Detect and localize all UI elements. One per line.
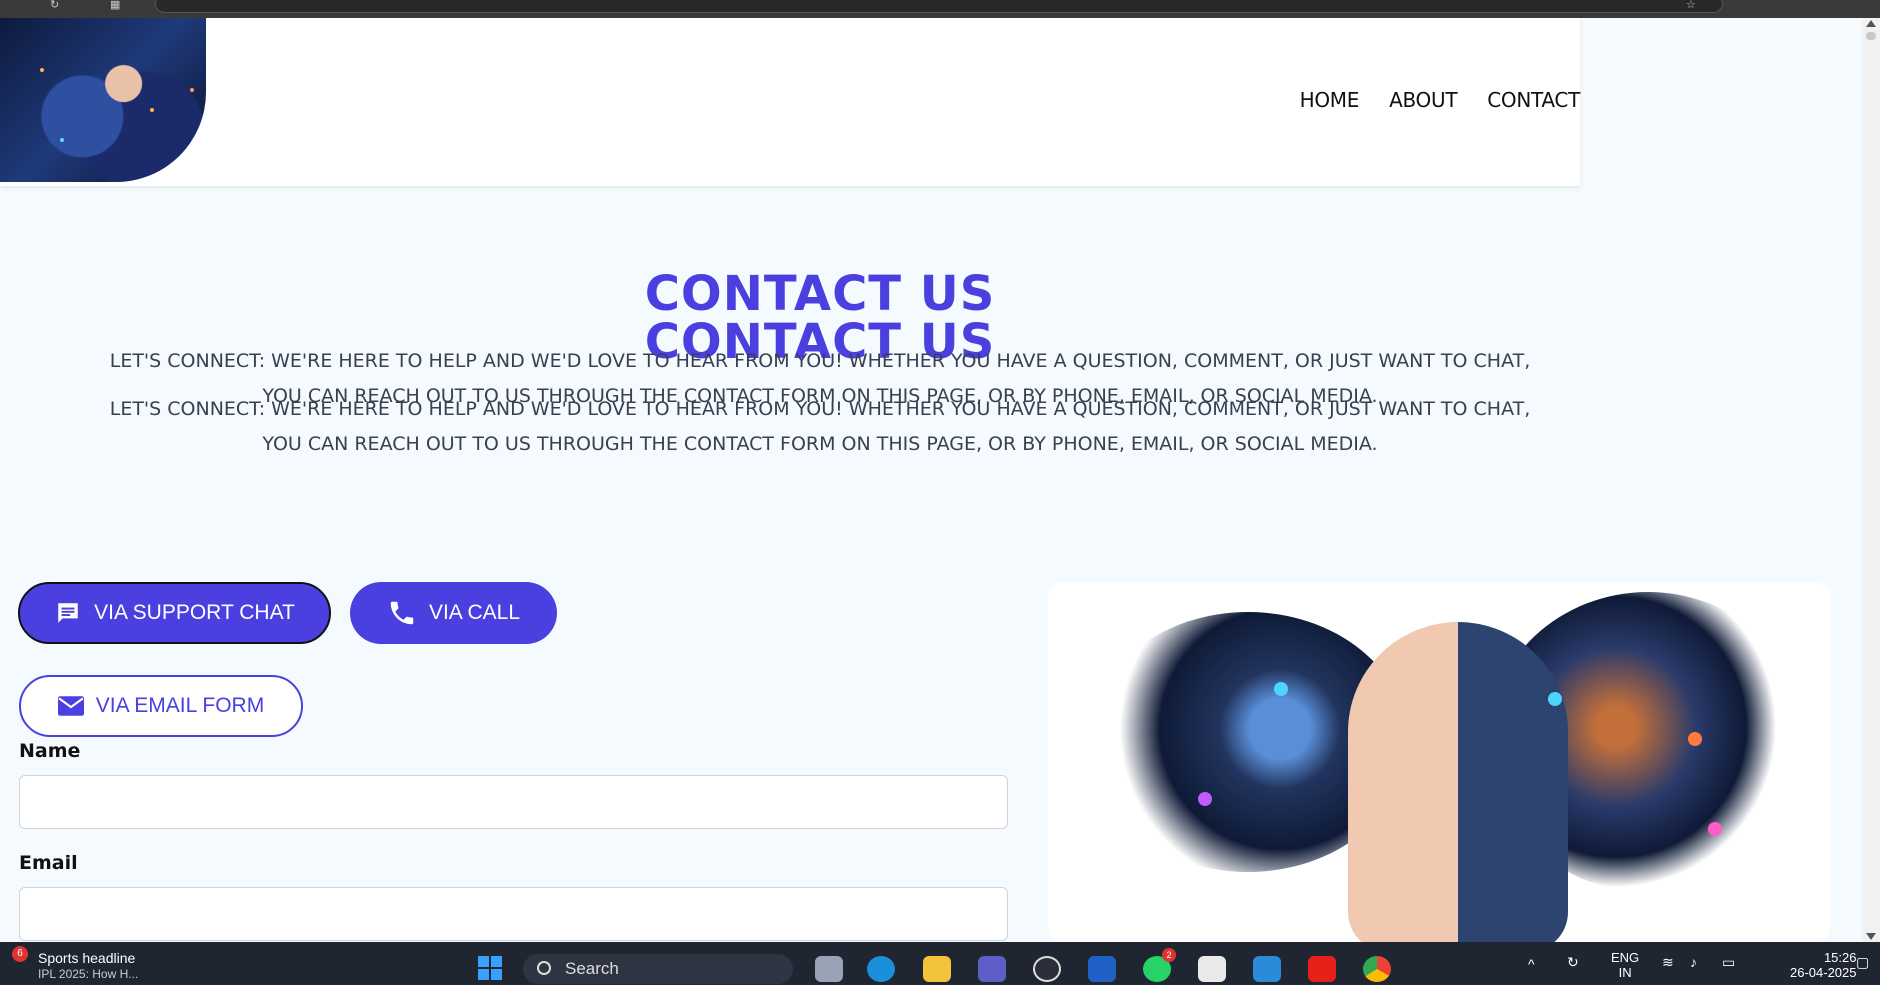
email-form-label: VIA EMAIL FORM: [95, 694, 265, 717]
taskbar-search[interactable]: Search: [523, 954, 793, 984]
language-region: IN: [1618, 965, 1632, 980]
language-label: ENG: [1611, 950, 1640, 965]
dell-icon[interactable]: [1033, 956, 1061, 982]
teams-icon[interactable]: [978, 956, 1006, 982]
name-field[interactable]: [19, 775, 1008, 829]
chrome-icon[interactable]: [1363, 956, 1391, 982]
youtube-icon[interactable]: [1308, 956, 1336, 982]
intro-dup-line-2: YOU CAN REACH OUT TO US THROUGH THE CONT…: [262, 433, 1378, 455]
nav-about[interactable]: ABOUT: [1389, 88, 1457, 112]
name-label: Name: [19, 740, 81, 762]
edge-icon[interactable]: [867, 956, 895, 982]
task-view-icon[interactable]: [815, 956, 843, 982]
remote-app-icon[interactable]: [1088, 956, 1116, 982]
nav-home[interactable]: HOME: [1300, 88, 1360, 112]
site-logo[interactable]: [0, 18, 206, 182]
wifi-icon[interactable]: ≋: [1662, 954, 1674, 971]
notification-icon[interactable]: ▢: [1856, 954, 1869, 971]
email-field[interactable]: [19, 887, 1008, 941]
file-explorer-icon[interactable]: [923, 956, 951, 982]
bookmark-star-icon[interactable]: ☆: [1686, 0, 1702, 11]
tray-chevron-icon[interactable]: ^: [1528, 956, 1535, 972]
os-taskbar: 6 Sports headline IPL 2025: How H... Sea…: [0, 942, 1880, 985]
support-chat-button[interactable]: VIA SUPPORT CHAT: [18, 582, 331, 644]
support-chat-label: VIA SUPPORT CHAT: [94, 601, 295, 624]
intro-dup-line-1: LET'S CONNECT: WE'RE HERE TO HELP AND WE…: [109, 398, 1531, 420]
call-label: VIA CALL: [428, 601, 521, 624]
vscode-icon[interactable]: [1253, 956, 1281, 982]
language-indicator[interactable]: ENG IN: [1611, 950, 1639, 980]
scrollbar-thumb[interactable]: [1866, 32, 1876, 40]
sync-icon[interactable]: ↻: [1567, 954, 1579, 971]
email-form-button[interactable]: VIA EMAIL FORM: [19, 675, 303, 737]
mail-icon: [57, 696, 84, 716]
page-viewport: HOME ABOUT CONTACT CONTACT US CONTACT US…: [0, 18, 1862, 942]
browser-toolbar: ↻ ▦ ☆: [0, 0, 1880, 18]
intro-line-1: LET'S CONNECT: WE'RE HERE TO HELP AND WE…: [109, 350, 1531, 372]
news-subtitle: IPL 2025: How H...: [38, 967, 139, 981]
chat-icon: [58, 603, 78, 623]
ai-face-image: [1348, 622, 1568, 942]
battery-icon[interactable]: ▭: [1722, 954, 1735, 971]
site-header: HOME ABOUT CONTACT: [0, 18, 1580, 186]
call-button[interactable]: VIA CALL: [350, 582, 557, 644]
store-icon[interactable]: [1198, 956, 1226, 982]
phone-icon: [390, 601, 414, 625]
reload-icon[interactable]: ↻: [50, 0, 66, 11]
nav-contact[interactable]: CONTACT: [1487, 88, 1580, 112]
contact-illustration: [1048, 582, 1830, 942]
main-nav: HOME ABOUT CONTACT: [1300, 88, 1581, 112]
scroll-up-icon[interactable]: [1866, 20, 1876, 27]
tab-groups-icon[interactable]: ▦: [110, 0, 126, 11]
volume-icon[interactable]: ♪: [1690, 954, 1697, 970]
clock[interactable]: 15:26 26-04-2025: [1790, 950, 1857, 980]
clock-time: 15:26: [1823, 950, 1857, 965]
email-label: Email: [19, 852, 78, 874]
page-scrollbar[interactable]: [1862, 18, 1880, 942]
search-icon: [537, 961, 551, 975]
address-bar[interactable]: [155, 0, 1723, 13]
intro-text-duplicate: LET'S CONNECT: WE'RE HERE TO HELP AND WE…: [60, 392, 1580, 462]
scroll-down-icon[interactable]: [1866, 933, 1876, 940]
windows-start-icon[interactable]: [478, 956, 502, 980]
search-label: Search: [565, 959, 619, 978]
news-title: Sports headline: [38, 950, 136, 966]
whatsapp-badge: 2: [1162, 948, 1176, 962]
clock-date: 26-04-2025: [1790, 965, 1857, 980]
news-badge: 6: [12, 946, 28, 962]
news-widget[interactable]: Sports headline IPL 2025: How H...: [38, 950, 138, 982]
